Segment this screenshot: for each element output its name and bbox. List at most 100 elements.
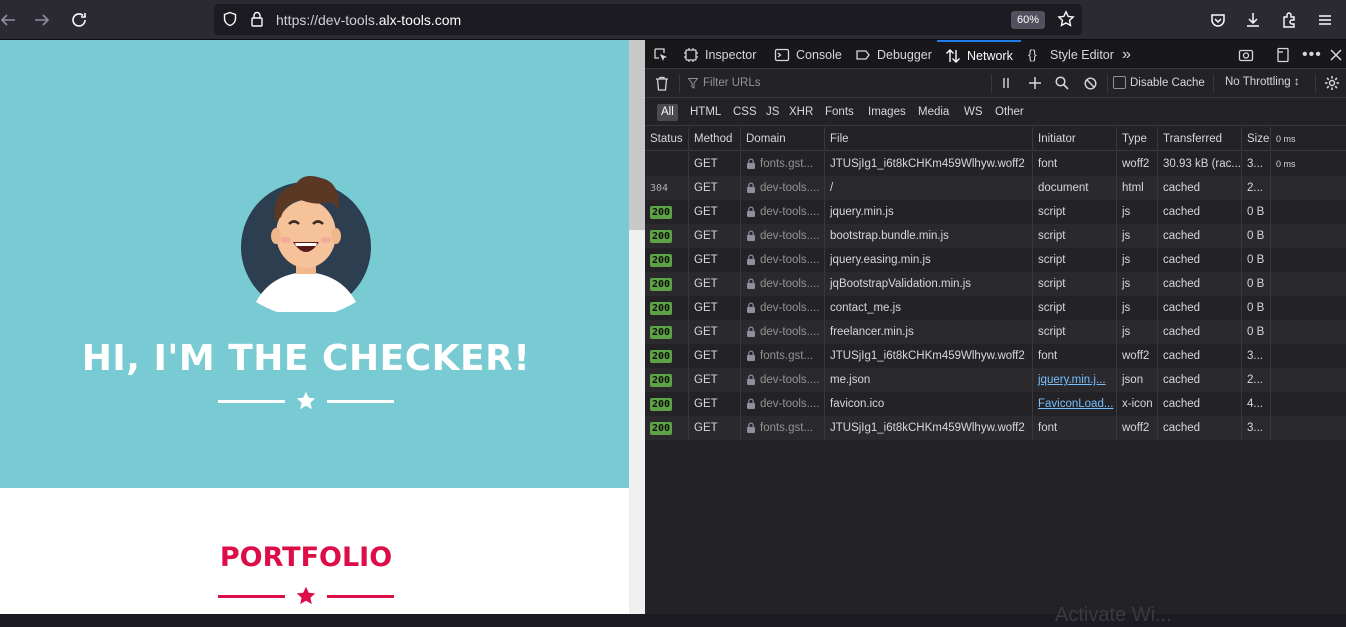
- devtools-tabbar: Inspector Console Debugger Network {} St…: [645, 40, 1346, 69]
- forward-arrow-icon[interactable]: [30, 8, 54, 32]
- extensions-icon[interactable]: [1277, 8, 1301, 32]
- filter-images[interactable]: Images: [864, 104, 910, 121]
- search-icon[interactable]: [1055, 76, 1069, 90]
- block-icon[interactable]: [1084, 77, 1097, 90]
- pause-icon[interactable]: [1001, 77, 1011, 89]
- column-header[interactable]: Status: [645, 127, 689, 151]
- table-row[interactable]: 200 GET dev-tools.... bootstrap.bundle.min.…: [645, 224, 1346, 248]
- column-header[interactable]: Method: [689, 127, 741, 151]
- gear-icon[interactable]: [1324, 75, 1340, 91]
- column-header-waterfall[interactable]: 0 ms: [1271, 127, 1346, 151]
- more-tabs-chevron-icon[interactable]: »: [1122, 40, 1131, 69]
- tab-network[interactable]: Network: [937, 40, 1021, 69]
- cell-file: me.json: [825, 368, 1033, 392]
- cell-timing: [1271, 416, 1346, 440]
- status-badge: 200: [650, 422, 673, 435]
- cell-initiator[interactable]: FaviconLoad...: [1033, 392, 1117, 416]
- zoom-badge[interactable]: 60%: [1011, 11, 1045, 29]
- menu-icon[interactable]: [1313, 8, 1337, 32]
- table-row[interactable]: 200 GET dev-tools.... freelancer.min.js scri…: [645, 320, 1346, 344]
- pocket-icon[interactable]: [1206, 8, 1230, 32]
- throttling-select[interactable]: No Throttling ↕: [1225, 76, 1300, 88]
- filter-all[interactable]: All: [657, 104, 678, 121]
- table-row[interactable]: 200 GET dev-tools.... jquery.easing.min.js s…: [645, 248, 1346, 272]
- downloads-icon[interactable]: [1241, 8, 1265, 32]
- toolbar-separator: [991, 74, 992, 92]
- element-picker-icon[interactable]: [653, 40, 669, 69]
- method-text: GET: [694, 326, 718, 338]
- cell-domain: dev-tools....: [741, 320, 825, 344]
- table-row[interactable]: GET fonts.gst... JTUSjIg1_i6t8kCHKm459Wlhy…: [645, 152, 1346, 176]
- domain-text: dev-tools....: [760, 182, 820, 194]
- table-row[interactable]: 200 GET dev-tools.... favicon.ico FaviconLoa…: [645, 392, 1346, 416]
- cell-initiator: script: [1033, 248, 1117, 272]
- cell-size: 3...: [1242, 344, 1271, 368]
- table-row[interactable]: 200 GET dev-tools.... jqBootstrapValidation…: [645, 272, 1346, 296]
- trash-icon[interactable]: [655, 76, 669, 91]
- cell-file: favicon.ico: [825, 392, 1033, 416]
- column-header[interactable]: Type: [1117, 127, 1158, 151]
- close-devtools-icon[interactable]: [1329, 40, 1343, 69]
- cell-method: GET: [689, 416, 741, 440]
- lock-icon: [747, 374, 755, 386]
- cell-initiator[interactable]: jquery.min.j...: [1033, 368, 1117, 392]
- url-bar[interactable]: https://dev-tools.alx-tools.com 60%: [214, 4, 1082, 35]
- tab-debugger[interactable]: Debugger: [855, 40, 932, 69]
- method-text: GET: [694, 422, 718, 434]
- table-row[interactable]: 200 GET dev-tools.... jquery.min.js script js…: [645, 200, 1346, 224]
- column-header[interactable]: Size: [1242, 127, 1271, 151]
- initiator-text[interactable]: jquery.min.j...: [1038, 374, 1106, 386]
- table-row[interactable]: 200 GET fonts.gst... JTUSjIg1_i6t8kCHKm459W…: [645, 416, 1346, 440]
- filter-html[interactable]: HTML: [686, 104, 725, 121]
- add-icon[interactable]: [1028, 76, 1042, 90]
- tab-inspector[interactable]: Inspector: [683, 40, 756, 69]
- cell-domain: dev-tools....: [741, 272, 825, 296]
- domain-text: dev-tools....: [760, 398, 820, 410]
- tab-style-editor[interactable]: {} Style Editor: [1028, 40, 1114, 69]
- filter-icon: [688, 78, 698, 89]
- scrollbar-thumb[interactable]: [629, 40, 645, 230]
- cell-transferred: 30.93 kB (rac...: [1158, 152, 1242, 176]
- column-header[interactable]: Initiator: [1033, 127, 1117, 151]
- table-row[interactable]: 200 GET fonts.gst... JTUSjIg1_i6t8kCHKm459W…: [645, 344, 1346, 368]
- shield-icon[interactable]: [222, 11, 238, 27]
- tab-console[interactable]: Console: [774, 40, 842, 69]
- portfolio-title: PORTFOLIO: [219, 542, 393, 573]
- cell-type: js: [1117, 320, 1158, 344]
- more-options-icon[interactable]: •••: [1302, 40, 1322, 69]
- lock-icon: [747, 158, 755, 170]
- cell-type: js: [1117, 224, 1158, 248]
- cell-size: 0 B: [1242, 320, 1271, 344]
- filter-urls-input[interactable]: Filter URLs: [703, 77, 761, 89]
- filter-xhr[interactable]: XHR: [785, 104, 817, 121]
- screenshot-icon[interactable]: [1238, 40, 1254, 69]
- table-row[interactable]: 200 GET dev-tools.... me.json jquery.min.j..…: [645, 368, 1346, 392]
- checkbox-box[interactable]: [1113, 76, 1126, 89]
- back-arrow-icon[interactable]: [0, 8, 20, 32]
- cell-timing: 0 ms: [1271, 152, 1346, 176]
- initiator-text[interactable]: FaviconLoad...: [1038, 398, 1113, 410]
- filter-other[interactable]: Other: [991, 104, 1028, 121]
- bookmark-star-icon[interactable]: [1057, 10, 1075, 28]
- page-scrollbar[interactable]: [629, 40, 645, 614]
- filter-css[interactable]: CSS: [729, 104, 761, 121]
- column-header[interactable]: Domain: [741, 127, 825, 151]
- reload-icon[interactable]: [67, 8, 91, 32]
- filter-js[interactable]: JS: [762, 104, 783, 121]
- url-text[interactable]: https://dev-tools.alx-tools.com: [276, 12, 461, 28]
- column-header[interactable]: File: [825, 127, 1033, 151]
- filter-fonts[interactable]: Fonts: [821, 104, 858, 121]
- column-header[interactable]: Transferred: [1158, 127, 1242, 151]
- cell-type: json: [1117, 368, 1158, 392]
- filter-media[interactable]: Media: [914, 104, 953, 121]
- file-text: freelancer.min.js: [830, 326, 914, 338]
- domain-text: dev-tools....: [760, 326, 820, 338]
- table-row[interactable]: 304 GET dev-tools.... / document html cached 2.…: [645, 176, 1346, 200]
- filter-ws[interactable]: WS: [960, 104, 987, 121]
- size-text: 0 B: [1247, 230, 1265, 242]
- dock-toggle-icon[interactable]: [1275, 40, 1291, 69]
- table-row[interactable]: 200 GET dev-tools.... contact_me.js script js…: [645, 296, 1346, 320]
- cell-size: 0 B: [1242, 272, 1271, 296]
- lock-icon[interactable]: [250, 11, 264, 27]
- disable-cache-checkbox[interactable]: Disable Cache: [1113, 76, 1205, 89]
